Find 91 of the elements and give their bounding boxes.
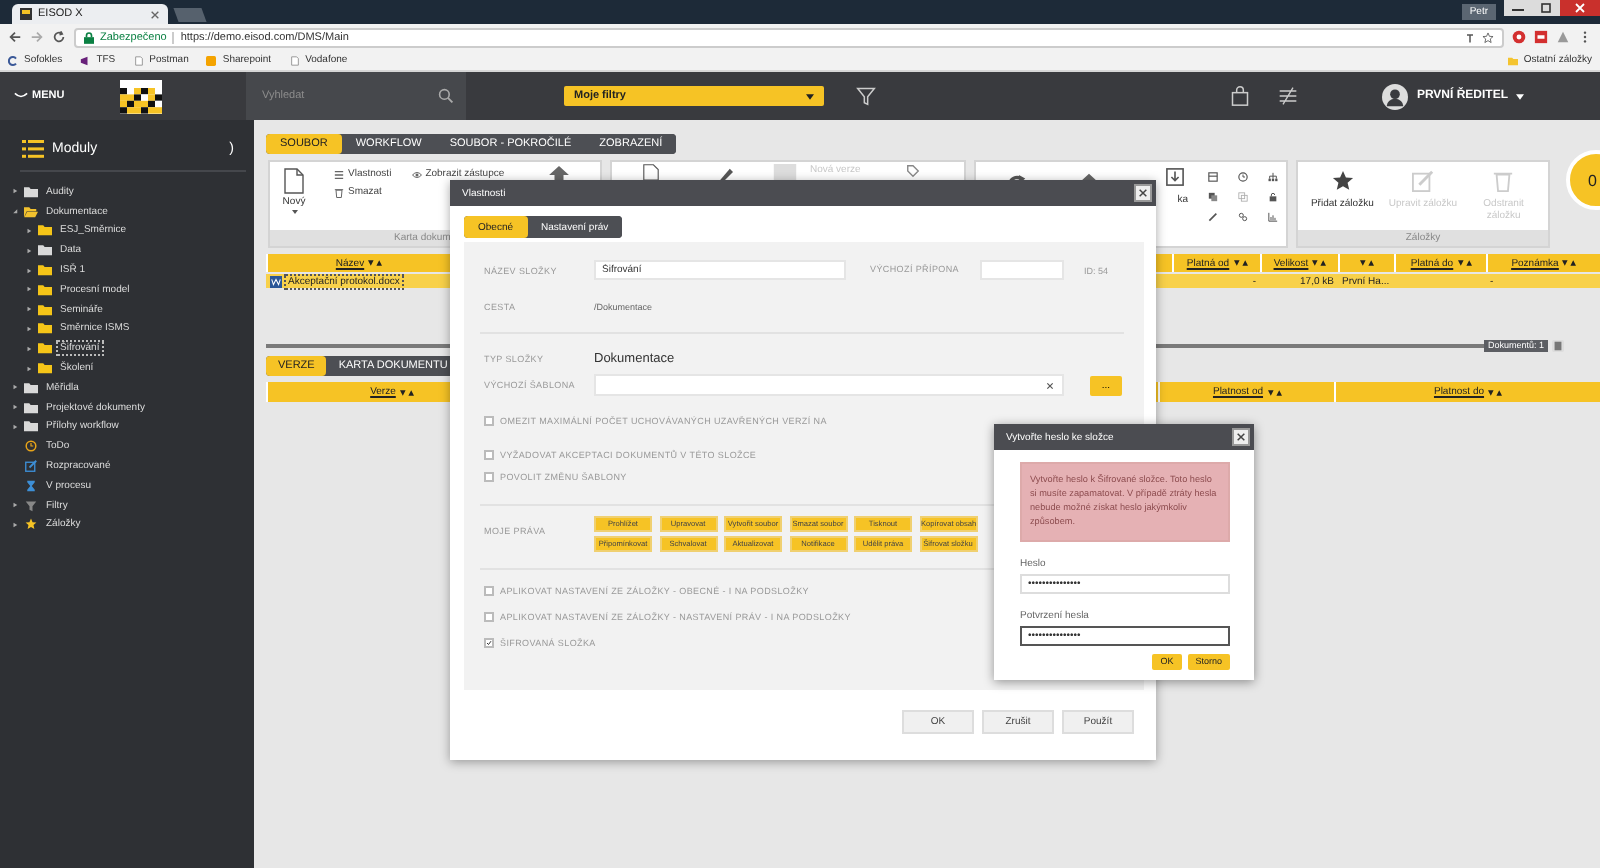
lock-icon: [84, 31, 94, 43]
extension-icon[interactable]: [1556, 30, 1570, 44]
chart-icon[interactable]: [1268, 212, 1278, 222]
toggle-icon[interactable]: [26, 306, 32, 313]
list-icon: [334, 169, 344, 179]
lock-icon[interactable]: [1268, 192, 1278, 202]
table-icon[interactable]: [1208, 172, 1218, 182]
trash-icon: [1492, 170, 1515, 192]
sort-icon: [1312, 260, 1327, 266]
extension-icon[interactable]: [1512, 30, 1526, 44]
checkbox[interactable]: [484, 416, 494, 426]
menu-icon: [14, 92, 28, 100]
eye-icon: [411, 169, 422, 179]
toggle-icon[interactable]: [26, 345, 32, 352]
sort-icon: [1267, 389, 1282, 395]
maximize-icon[interactable]: [1532, 0, 1560, 16]
menu-icon[interactable]: [1578, 30, 1592, 44]
search-icon[interactable]: [438, 88, 454, 104]
pencil-icon[interactable]: [1208, 212, 1218, 222]
page-icon: [289, 55, 300, 65]
document-icon[interactable]: [1552, 340, 1564, 352]
close-icon: [1138, 188, 1148, 198]
sort-icon: [1457, 260, 1472, 266]
page-icon: [133, 55, 144, 65]
word-file-icon: [270, 275, 282, 287]
sort-icon: [368, 260, 383, 266]
back-icon[interactable]: [8, 30, 22, 44]
avatar-icon[interactable]: [1382, 83, 1409, 109]
sort-icon: [1488, 389, 1503, 395]
toggle-icon[interactable]: [26, 365, 32, 372]
template-field[interactable]: [594, 374, 1064, 396]
filter-icon: [24, 499, 38, 512]
toggle-icon[interactable]: [12, 404, 18, 411]
toggle-icon[interactable]: [26, 267, 32, 274]
toggle-icon[interactable]: [26, 227, 32, 234]
toggle-icon[interactable]: [26, 247, 32, 254]
download-icon[interactable]: [1166, 168, 1184, 186]
clear-icon[interactable]: [1046, 381, 1054, 389]
edit-icon: [24, 460, 38, 473]
sort-icon: [399, 389, 414, 395]
extension-icon[interactable]: [1534, 30, 1548, 44]
close-icon[interactable]: [1560, 0, 1600, 16]
sort-icon: [1233, 260, 1248, 266]
logo[interactable]: [120, 79, 162, 113]
sort-icon: [1562, 260, 1577, 266]
edit-icon: [1411, 170, 1434, 192]
star-icon: [24, 518, 38, 531]
close-icon: [1236, 432, 1246, 442]
toggle-icon[interactable]: [12, 188, 18, 195]
caret-icon: [1516, 93, 1524, 99]
site-icon: [20, 8, 32, 20]
toggle-icon[interactable]: [26, 325, 32, 332]
document-icon: [284, 168, 304, 194]
checkbox[interactable]: [484, 638, 494, 648]
caret-icon: [806, 93, 814, 99]
toggle-icon[interactable]: [12, 521, 18, 528]
checkbox[interactable]: [484, 612, 494, 622]
checkbox[interactable]: [484, 450, 494, 460]
tag-icon[interactable]: [906, 164, 921, 178]
toggle-icon[interactable]: [12, 423, 18, 430]
checkbox[interactable]: [484, 586, 494, 596]
sliders-icon[interactable]: [1278, 86, 1299, 106]
bag-icon[interactable]: [1230, 86, 1251, 106]
close-button[interactable]: [1232, 428, 1250, 446]
notification-badge[interactable]: 0: [1566, 150, 1600, 210]
folder-icon: [1507, 55, 1518, 65]
close-icon[interactable]: [150, 9, 160, 19]
reload-icon[interactable]: [52, 30, 66, 44]
column-header[interactable]: [1338, 254, 1394, 272]
letter-icon: [8, 55, 18, 65]
hourglass-icon: [24, 479, 38, 492]
minimize-icon[interactable]: [1504, 0, 1532, 16]
toggle-icon[interactable]: [12, 384, 18, 391]
extension-field[interactable]: [980, 260, 1064, 280]
toggle-icon[interactable]: [26, 286, 32, 293]
clock-icon: [24, 440, 38, 453]
clock-icon[interactable]: [1238, 172, 1248, 182]
filter-icon[interactable]: [856, 86, 876, 106]
close-button[interactable]: [1134, 184, 1152, 202]
link-icon[interactable]: [1238, 212, 1248, 222]
tile-icon: [206, 55, 217, 65]
checkbox[interactable]: [484, 472, 494, 482]
copy-icon[interactable]: [1208, 192, 1218, 202]
sort-icon: [1360, 260, 1374, 266]
toggle-icon[interactable]: [12, 502, 18, 509]
star-icon[interactable]: [1482, 31, 1494, 43]
caret-icon: [291, 210, 297, 214]
trash-icon: [334, 187, 344, 197]
star-icon: [1331, 170, 1354, 192]
list-icon: [22, 139, 44, 157]
hierarchy-icon[interactable]: [1268, 172, 1278, 182]
